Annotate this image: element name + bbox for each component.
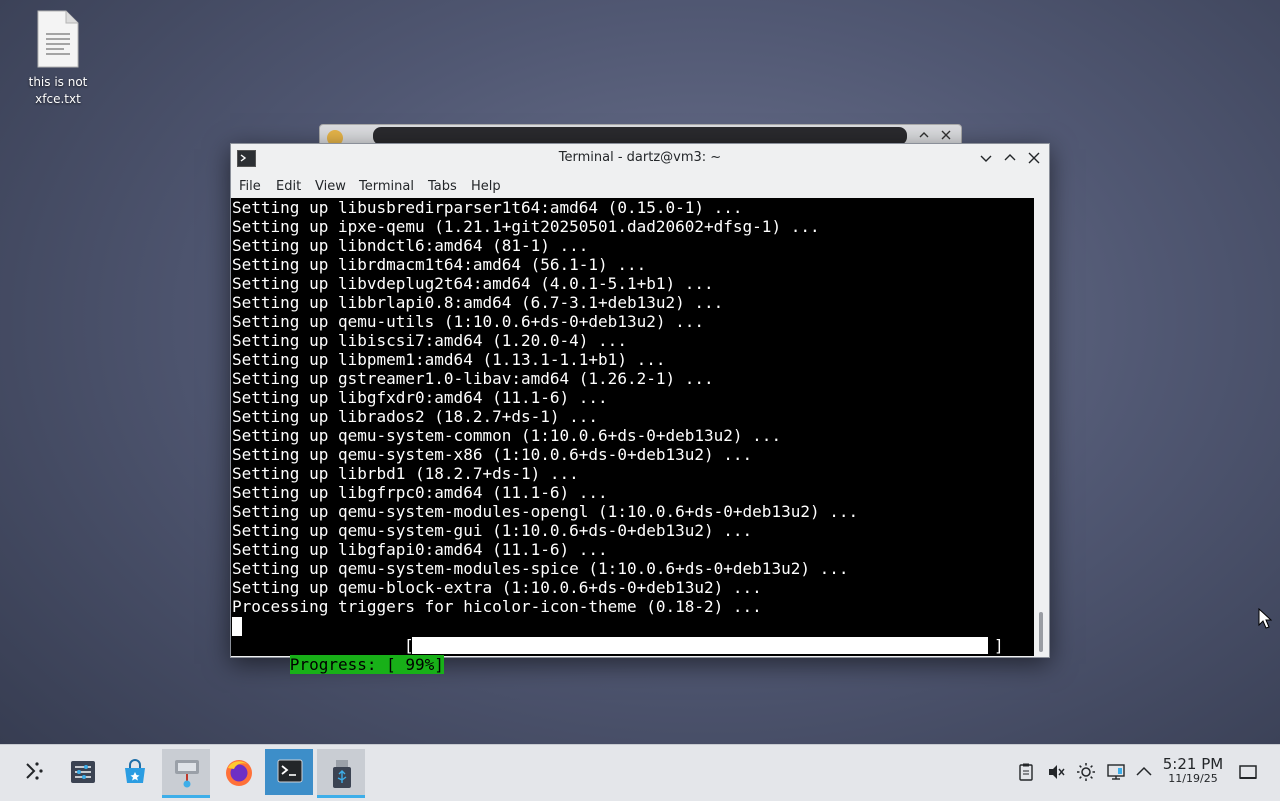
desktop-file-this-is-not-xfce[interactable]: this is not xfce.txt [8, 8, 108, 108]
output-line: Setting up qemu-system-gui (1:10.0.6+ds-… [232, 521, 753, 540]
network-icon[interactable] [1106, 762, 1126, 782]
output-line: Setting up libbrlapi0.8:amd64 (6.7-3.1+d… [232, 293, 724, 312]
clipboard-icon[interactable] [1016, 762, 1036, 782]
output-line: Setting up ipxe-qemu (1.21.1+git20250501… [232, 217, 820, 236]
maximize-icon[interactable] [918, 129, 930, 144]
clock-time[interactable]: 5:21 PM [1160, 755, 1226, 773]
terminal-icon[interactable] [265, 749, 313, 795]
output-line: Setting up qemu-system-common (1:10.0.6+… [232, 426, 782, 445]
virt-manager-icon[interactable] [162, 749, 210, 798]
progress-bar-fill [412, 637, 988, 654]
output-line: Setting up gstreamer1.0-libav:amd64 (1.2… [232, 369, 714, 388]
menu-edit[interactable]: Edit [276, 179, 301, 194]
expand-tray-icon[interactable] [1134, 762, 1154, 782]
discover-icon[interactable] [110, 749, 158, 795]
scrollbar[interactable] [1034, 198, 1048, 656]
output-line: Setting up libndctl6:amd64 (81-1) ... [232, 236, 589, 255]
show-desktop-icon[interactable] [1238, 762, 1258, 782]
menu-terminal[interactable]: Terminal [359, 179, 414, 194]
output-line: Setting up libpmem1:amd64 (1.13.1-1.1+b1… [232, 350, 666, 369]
output-line: Setting up qemu-system-modules-opengl (1… [232, 502, 859, 521]
minimize-button[interactable] [976, 148, 996, 168]
firefox-icon[interactable] [213, 749, 261, 795]
brightness-icon[interactable] [1076, 762, 1096, 782]
scrollbar-thumb[interactable] [1039, 612, 1043, 652]
output-line: Setting up librbd1 (18.2.7+ds-1) ... [232, 464, 579, 483]
taskbar [0, 744, 1280, 801]
output-line: Setting up qemu-block-extra (1:10.0.6+ds… [232, 578, 762, 597]
output-line: Setting up libiscsi7:amd64 (1.20.0-4) ..… [232, 331, 627, 350]
desktop-file-label: this is not xfce.txt [28, 75, 88, 106]
output-line: Setting up libvdeplug2t64:amd64 (4.0.1-5… [232, 274, 714, 293]
terminal-output[interactable]: Setting up libusbredirparser1t64:amd64 (… [231, 198, 1034, 674]
menu-tabs[interactable]: Tabs [428, 179, 457, 194]
window-title: Terminal - dartz@vm3: ~ [558, 150, 722, 165]
output-line: Setting up libgfrpc0:amd64 (11.1-6) ... [232, 483, 608, 502]
text-cursor [232, 617, 242, 636]
system-settings-icon[interactable] [58, 749, 106, 795]
volume-muted-icon[interactable] [1046, 762, 1066, 782]
text-file-icon [36, 10, 80, 68]
close-button[interactable] [1024, 148, 1044, 168]
clock-date[interactable]: 11/19/25 [1160, 772, 1226, 785]
output-line: Processing triggers for hicolor-icon-the… [232, 597, 762, 616]
usb-flasher-icon[interactable] [317, 749, 365, 798]
mouse-pointer-icon [1258, 607, 1273, 634]
close-icon[interactable] [940, 129, 952, 144]
output-line: Setting up libusbredirparser1t64:amd64 (… [232, 198, 743, 217]
menu-file[interactable]: File [239, 179, 261, 194]
output-lines: Setting up libusbredirparser1t64:amd64 (… [232, 198, 858, 616]
output-line: Setting up libgfxdr0:amd64 (11.1-6) ... [232, 388, 608, 407]
progress-label: Progress: [ 99%] [289, 655, 444, 674]
menu-help[interactable]: Help [471, 179, 501, 194]
menu-view[interactable]: View [315, 179, 346, 194]
output-line: Setting up qemu-utils (1:10.0.6+ds-0+deb… [232, 312, 705, 331]
terminal-window[interactable]: Terminal - dartz@vm3: ~ File Edit View T… [230, 143, 1050, 674]
progress-row: Progress: [ 99%] [ ] [232, 636, 1004, 674]
output-line: Setting up librdmacm1t64:amd64 (56.1-1) … [232, 255, 647, 274]
kde-launcher-icon[interactable] [10, 749, 58, 795]
output-line: Setting up libgfapi0:amd64 (11.1-6) ... [232, 540, 608, 559]
output-line: Setting up qemu-system-x86 (1:10.0.6+ds-… [232, 445, 753, 464]
title-bar[interactable]: Terminal - dartz@vm3: ~ [231, 144, 1049, 172]
progress-bracket-close: ] [994, 636, 1004, 655]
maximize-button[interactable] [1000, 148, 1020, 168]
menu-bar: File Edit View Terminal Tabs Help [231, 173, 1049, 199]
output-line: Setting up qemu-system-modules-spice (1:… [232, 559, 849, 578]
output-line: Setting up librados2 (18.2.7+ds-1) ... [232, 407, 599, 426]
